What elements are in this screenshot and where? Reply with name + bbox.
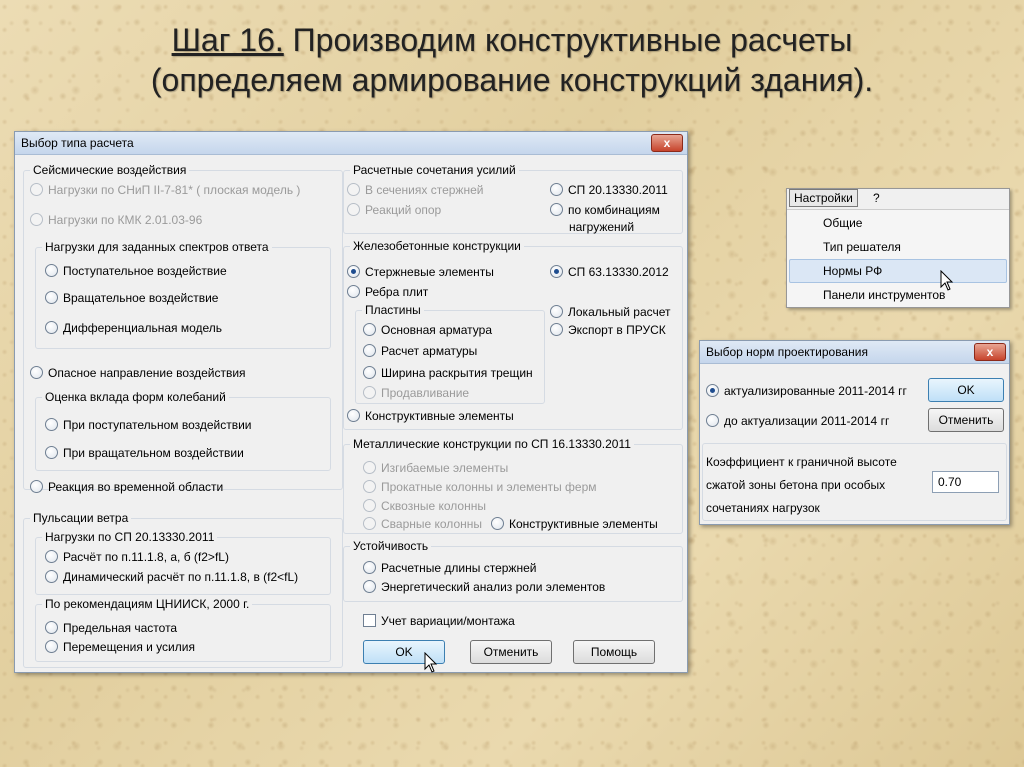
rc-ribs-radio[interactable]: Ребра плит <box>347 284 428 300</box>
coef-label-2: сжатой зоны бетона при особых <box>706 478 886 492</box>
plates-punch-radio[interactable]: Продавливание <box>363 385 469 401</box>
wind-rec-disp-radio[interactable]: Перемещения и усилия <box>45 639 195 655</box>
calc-type-title: Выбор типа расчета <box>21 136 134 150</box>
spectra-translational-radio[interactable]: Поступательное воздействие <box>45 263 227 279</box>
combos-loading-label2: нагружений <box>569 220 635 234</box>
slide-title: Шаг 16. Производим конструктивные расчет… <box>0 20 1024 100</box>
rc-constr-radio[interactable]: Конструктивные элементы <box>347 408 514 424</box>
combos-sections-radio[interactable]: В сечениях стержней <box>347 182 483 198</box>
plates-crack-radio[interactable]: Ширина раскрытия трещин <box>363 365 533 381</box>
stab-energy-radio[interactable]: Энергетический анализ роли элементов <box>363 579 605 595</box>
close-icon: x <box>986 345 994 359</box>
combos-legend: Расчетные сочетания усилий <box>350 163 519 177</box>
menu-item-general[interactable]: Общие <box>823 216 862 230</box>
norms-actual-radio[interactable]: актуализированные 2011-2014 гг <box>706 383 907 399</box>
modes-rotational-radio[interactable]: При вращательном воздействии <box>45 445 244 461</box>
coef-label-1: Коэффициент к граничной высоте <box>706 455 897 469</box>
spectra-legend: Нагрузки для заданных спектров ответа <box>42 240 272 254</box>
steel-legend: Металлические конструкции по СП 16.13330… <box>350 437 634 451</box>
menu-item-solver[interactable]: Тип решателя <box>823 240 901 254</box>
cancel-button[interactable]: Отменить <box>470 640 552 664</box>
rc-export-radio[interactable]: Экспорт в ПРУСК <box>550 322 666 338</box>
menu-bar: Настройки ? <box>787 189 1009 210</box>
steel-rolled-radio[interactable]: Прокатные колонны и элементы ферм <box>363 479 597 495</box>
mouse-cursor-icon <box>940 270 954 291</box>
norms-cancel-button[interactable]: Отменить <box>928 408 1004 432</box>
seismic-legend: Сейсмические воздействия <box>30 163 190 177</box>
menu-item-toolbars[interactable]: Панели инструментов <box>823 288 945 302</box>
norms-titlebar: Выбор норм проектирования x <box>700 341 1009 364</box>
steel-welded-radio[interactable]: Сварные колонны <box>363 516 482 532</box>
steel-constr-radio[interactable]: Конструктивные элементы <box>491 516 658 532</box>
wind-sp-group: Нагрузки по СП 20.13330.2011 <box>35 530 331 595</box>
coef-label-3: сочетаниях нагрузок <box>706 501 820 515</box>
modes-legend: Оценка вклада форм колебаний <box>42 390 229 404</box>
time-domain-radio[interactable]: Реакция во временной области <box>30 479 223 495</box>
norms-ok-button[interactable]: OK <box>928 378 1004 402</box>
steel-lattice-radio[interactable]: Сквозные колонны <box>363 498 486 514</box>
plates-calc-radio[interactable]: Расчет арматуры <box>363 343 477 359</box>
steel-bending-radio[interactable]: Изгибаемые элементы <box>363 460 508 476</box>
rc-sp63-radio[interactable]: СП 63.13330.2012 <box>550 264 669 280</box>
wind-sp-dynamic-radio[interactable]: Динамический расчёт по п.11.1.8, в (f2<f… <box>45 569 298 585</box>
norms-old-radio[interactable]: до актуализации 2011-2014 гг <box>706 413 889 429</box>
modes-translational-radio[interactable]: При поступательном воздействии <box>45 417 252 433</box>
close-button[interactable]: x <box>974 343 1006 361</box>
title-line2: (определяем армирование конструкций здан… <box>150 62 874 98</box>
title-rest: Производим конструктивные расчеты <box>283 22 853 58</box>
norms-title: Выбор норм проектирования <box>706 345 868 359</box>
calc-type-titlebar: Выбор типа расчета x <box>15 132 687 155</box>
plates-legend: Пластины <box>362 303 424 317</box>
stab-lengths-radio[interactable]: Расчетные длины стержней <box>363 560 536 576</box>
menu-highlight <box>789 259 1007 283</box>
norms-dialog: Выбор норм проектирования x актуализиров… <box>699 340 1010 525</box>
settings-menu: Настройки ? Общие Тип решателя Нормы РФ … <box>786 188 1010 308</box>
rc-rod-radio[interactable]: Стержневые элементы <box>347 264 494 280</box>
menu-item-norms[interactable]: Нормы РФ <box>823 264 882 278</box>
variation-checkbox[interactable]: Учет вариации/монтажа <box>363 613 515 629</box>
coef-value-input[interactable]: 0.70 <box>932 471 999 493</box>
wind-rec-legend: По рекомендациям ЦНИИСК, 2000 г. <box>42 597 253 611</box>
rc-legend: Железобетонные конструкции <box>350 239 524 253</box>
seismic-kmk-radio[interactable]: Нагрузки по КМК 2.01.03-96 <box>30 212 202 228</box>
wind-rec-freq-radio[interactable]: Предельная частота <box>45 620 177 636</box>
menu-settings[interactable]: Настройки <box>789 189 858 207</box>
mouse-cursor-icon <box>424 652 438 673</box>
spectra-differential-radio[interactable]: Дифференциальная модель <box>45 320 222 336</box>
seismic-snip-radio[interactable]: Нагрузки по СНиП II-7-81* ( плоская моде… <box>30 182 300 198</box>
danger-direction-radio[interactable]: Опасное направление воздействия <box>30 365 246 381</box>
combos-loading-radio[interactable]: по комбинациям <box>550 202 660 218</box>
wind-sp-legend: Нагрузки по СП 20.13330.2011 <box>42 530 218 544</box>
stability-legend: Устойчивость <box>350 539 432 553</box>
calc-type-dialog: Выбор типа расчета x Сейсмические воздей… <box>14 131 688 673</box>
menu-help[interactable]: ? <box>873 191 880 205</box>
spectra-rotational-radio[interactable]: Вращательное воздействие <box>45 290 218 306</box>
combos-sp-radio[interactable]: СП 20.13330.2011 <box>550 182 668 198</box>
close-icon: x <box>663 136 671 150</box>
wind-legend: Пульсации ветра <box>30 511 132 525</box>
combos-reactions-radio[interactable]: Реакций опор <box>347 202 441 218</box>
help-button[interactable]: Помощь <box>573 640 655 664</box>
title-step: Шаг 16. <box>171 22 284 58</box>
wind-sp-calc-radio[interactable]: Расчёт по п.11.1.8, а, б (f2>fL) <box>45 549 229 565</box>
close-button[interactable]: x <box>651 134 683 152</box>
rc-local-radio[interactable]: Локальный расчет <box>550 304 671 320</box>
plates-main-radio[interactable]: Основная арматура <box>363 322 492 338</box>
